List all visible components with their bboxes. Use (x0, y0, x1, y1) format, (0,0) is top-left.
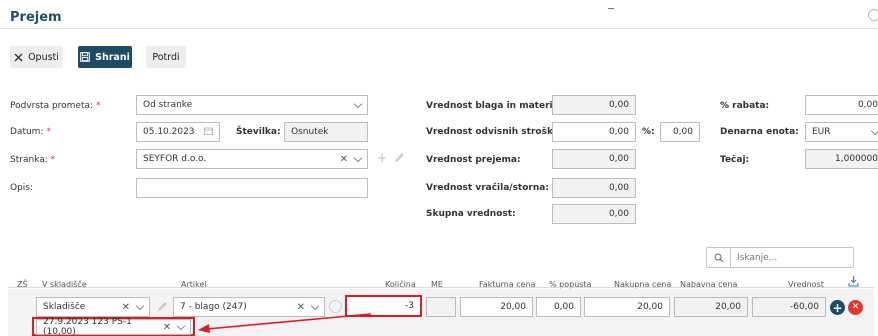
minimize-indicator (608, 8, 614, 9)
rabat-input[interactable]: 0,00 (805, 95, 878, 115)
row-vrednost-field: -60,00 (752, 297, 826, 317)
table-header-divider (8, 287, 874, 288)
podvrsta-value: Od stranke (143, 100, 193, 110)
stranka-select[interactable]: SEYFOR d.o.o. ✕ (136, 149, 368, 169)
row-lot-select[interactable]: 27.9.2023 123 PS-1 (10,00) ✕ (36, 317, 191, 336)
row-artikel-value: 7 - blago (247) (180, 302, 247, 312)
row-lot-value: 27.9.2023 123 PS-1 (10,00) (43, 317, 132, 336)
chevron-down-icon (135, 301, 145, 310)
clear-icon[interactable]: ✕ (297, 302, 305, 313)
vos-input[interactable]: 0,00 (552, 122, 636, 142)
chevron-down-icon (353, 153, 363, 162)
pct-label: %: (642, 127, 655, 137)
chevron-down-icon (353, 99, 363, 108)
calendar-icon[interactable] (204, 127, 213, 138)
denarna-value: EUR (812, 127, 831, 137)
row-skladisce-select[interactable]: Skladišče ✕ (36, 297, 150, 317)
cancel-label: Opusti (28, 51, 59, 63)
denarna-label: Denarna enota: (720, 127, 799, 137)
tecaj-field: 1,000000 (805, 149, 878, 169)
close-icon (14, 53, 23, 62)
podvrsta-label: Podvrsta prometa: * (10, 101, 101, 111)
opis-input[interactable] (136, 178, 368, 198)
cancel-button[interactable]: Opusti (10, 46, 63, 68)
chevron-down-icon (310, 301, 320, 310)
annotation-arrow (198, 313, 372, 333)
clear-icon[interactable]: ✕ (122, 302, 130, 313)
vbm-field: 0,00 (552, 95, 636, 115)
clear-icon[interactable]: ✕ (163, 322, 171, 333)
remove-row-button[interactable]: ✕ (848, 300, 863, 315)
clear-icon[interactable]: ✕ (340, 154, 348, 165)
vvs-label: Vrednost vračila/storna: (426, 183, 549, 193)
add-row-button[interactable]: + (830, 300, 845, 315)
sv-label: Skupna vrednost: (426, 209, 516, 219)
search-input[interactable] (731, 252, 841, 263)
vos-label: Vrednost odvisnih stroškov: (426, 127, 569, 137)
chevron-down-icon (870, 126, 878, 135)
datum-value: 05.10.2023 (143, 127, 195, 137)
save-label: Shrani (95, 51, 130, 63)
datum-label: Datum: * (10, 127, 51, 137)
row-popust-input[interactable]: 0,00 (536, 297, 581, 317)
denarna-select[interactable]: EUR (805, 122, 878, 142)
row-nabavna-field: 20,00 (674, 297, 748, 317)
settings-icon[interactable] (868, 9, 878, 21)
header-divider (0, 28, 878, 29)
stranka-label: Stranka: * (10, 155, 56, 165)
stranka-value: SEYFOR d.o.o. (143, 154, 207, 164)
stevilka-label: Številka: (236, 127, 281, 137)
pct-input[interactable]: 0,00 (660, 122, 700, 142)
vp-field: 0,00 (552, 149, 636, 169)
search-box[interactable] (706, 247, 854, 268)
edit-warehouse-icon[interactable] (157, 302, 167, 314)
podvrsta-select[interactable]: Od stranke (136, 95, 368, 115)
row-me-field (426, 297, 456, 317)
save-button[interactable]: Shrani (78, 46, 132, 68)
stevilka-field: Osnutek (284, 122, 368, 142)
row-skladisce-value: Skladišče (43, 302, 86, 312)
page-title: Prejem (10, 10, 62, 25)
search-icon[interactable] (707, 248, 731, 267)
sv-field: 0,00 (552, 204, 636, 224)
tecaj-label: Tečaj: (720, 155, 750, 165)
chevron-down-icon (176, 321, 186, 330)
vbm-label: Vrednost blaga in materiala: (426, 101, 572, 111)
edit-customer-icon[interactable] (394, 153, 404, 165)
rabat-label: % rabata: (720, 101, 770, 111)
vvs-field: 0,00 (552, 178, 636, 198)
opis-label: Opis: (10, 183, 34, 193)
add-customer-icon[interactable]: + (377, 151, 387, 165)
confirm-button[interactable]: Potrdi (146, 46, 186, 68)
vp-label: Vrednost prejema: (426, 155, 521, 165)
save-icon (80, 52, 90, 62)
datum-input[interactable]: 05.10.2023 (136, 122, 220, 142)
row-nakupna-input[interactable]: 20,00 (584, 297, 670, 317)
row-fakturna-input[interactable]: 20,00 (460, 297, 533, 317)
